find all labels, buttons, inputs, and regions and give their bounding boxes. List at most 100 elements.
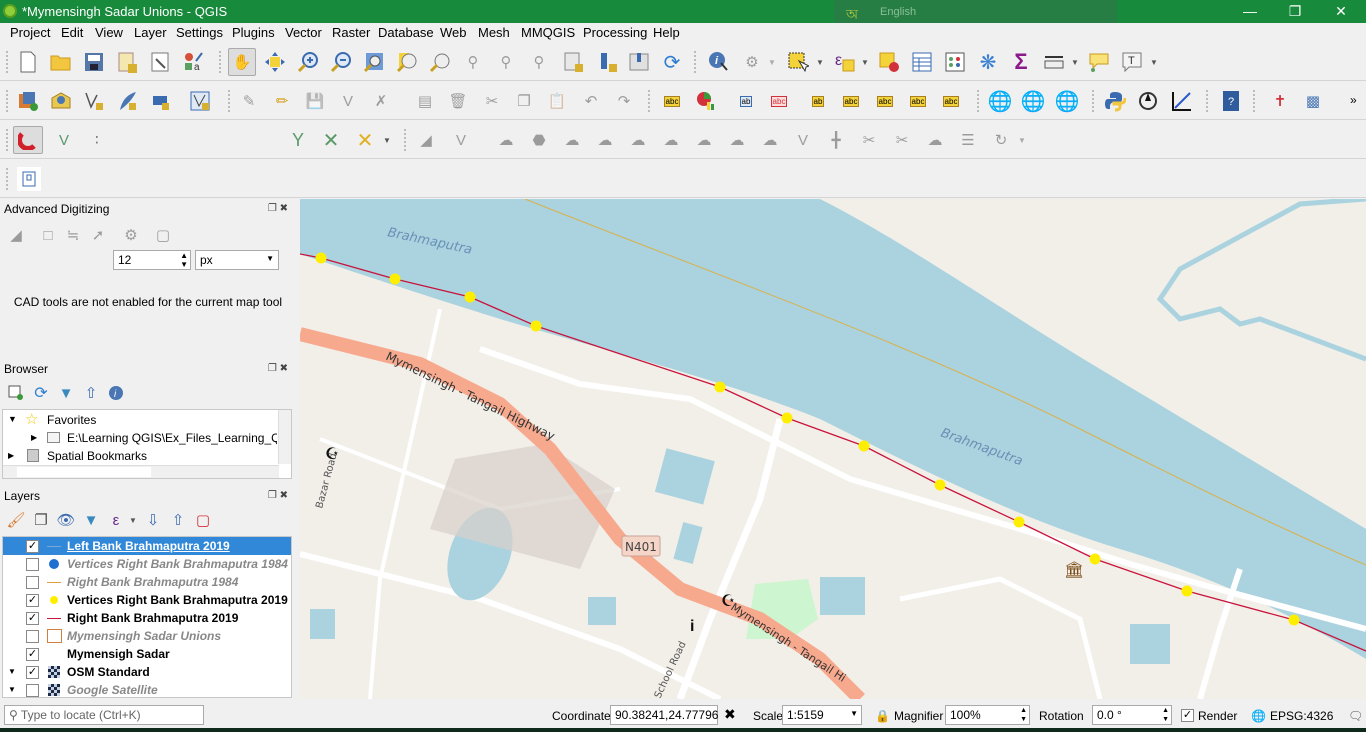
- action-dropdown-arrow[interactable]: ▼: [768, 58, 776, 67]
- identify-features-icon[interactable]: i: [707, 50, 731, 74]
- add-selected-layers-icon[interactable]: [4, 381, 28, 405]
- properties-icon[interactable]: i: [104, 381, 128, 405]
- layer-row-right-bank-1984[interactable]: Right Bank Brahmaputra 1984: [3, 573, 291, 591]
- menu-settings[interactable]: Settings: [176, 25, 223, 40]
- menu-layer[interactable]: Layer: [134, 25, 167, 40]
- split-parts-icon[interactable]: ✂: [890, 128, 914, 152]
- manage-map-themes-icon[interactable]: 👁: [54, 508, 78, 532]
- browser-item-folder[interactable]: ▶ E:\Learning QGIS\Ex_Files_Learning_QGI…: [3, 429, 291, 447]
- layout-manager-icon[interactable]: [148, 50, 172, 74]
- collapse-all-icon[interactable]: ⇧: [166, 508, 190, 532]
- new-virtual-layer-icon[interactable]: [148, 89, 172, 113]
- simplify-feature-icon[interactable]: ⬣: [527, 128, 551, 152]
- expand-arrow-icon[interactable]: ▼: [8, 667, 16, 676]
- layer-visibility-checkbox[interactable]: [26, 630, 39, 643]
- metasearch-icon[interactable]: 🌐: [1055, 89, 1080, 113]
- menu-vector[interactable]: Vector: [285, 25, 322, 40]
- layer-visibility-checkbox[interactable]: ✓: [26, 612, 39, 625]
- scrollbar-thumb[interactable]: [17, 467, 151, 477]
- zoom-next-icon[interactable]: ⚲: [527, 50, 551, 74]
- vertex-point[interactable]: [934, 479, 946, 491]
- select-by-expression-icon[interactable]: ε: [833, 50, 857, 74]
- browser-item-favorites[interactable]: ▼ ☆ Favorites: [3, 411, 291, 429]
- vertex-tool-icon[interactable]: ✗: [369, 89, 393, 113]
- field-calculator-icon[interactable]: [943, 50, 967, 74]
- measure-line-icon[interactable]: [1042, 50, 1066, 74]
- close-button[interactable]: ✕: [1318, 0, 1364, 23]
- layer-row-right-bank-2019[interactable]: ✓ Right Bank Brahmaputra 2019: [3, 609, 291, 627]
- toolbar-handle[interactable]: [6, 51, 10, 73]
- ime-language[interactable]: English: [880, 6, 916, 18]
- new-bookmark-icon[interactable]: [596, 50, 620, 74]
- layer-row-left-bank-2019[interactable]: ✓ Left Bank Brahmaputra 2019: [3, 537, 291, 555]
- coordinate-capture-icon[interactable]: ✝: [1268, 89, 1292, 113]
- expand-all-icon[interactable]: ⇩: [141, 508, 165, 532]
- new-project-icon[interactable]: [16, 50, 40, 74]
- refresh-icon[interactable]: ⟳: [660, 50, 684, 74]
- expand-arrow-icon[interactable]: ▶: [31, 433, 37, 442]
- delete-selected-icon[interactable]: 🗑: [446, 89, 470, 113]
- locator-search-input[interactable]: ⚲ Type to locate (Ctrl+K): [4, 705, 204, 725]
- magnifier-spinbox[interactable]: 100% ▲ ▼: [945, 705, 1030, 725]
- delete-ring-icon[interactable]: ☁: [659, 128, 683, 152]
- vertex-tool-dropdown-icon[interactable]: V: [449, 128, 473, 152]
- toolbar-overflow-chevron[interactable]: »: [1350, 93, 1357, 107]
- expand-arrow-icon[interactable]: ▼: [8, 414, 17, 424]
- merge-features-icon[interactable]: ☁: [923, 128, 947, 152]
- float-panel-icon[interactable]: ❐: [268, 363, 277, 374]
- add-group-icon[interactable]: ❐: [29, 508, 53, 532]
- coordinate-input[interactable]: 90.38241,24.77796: [610, 705, 718, 725]
- advanced-digitizing-tools-icon[interactable]: ◢: [414, 128, 438, 152]
- open-layer-styling-icon[interactable]: 🖌: [4, 508, 28, 532]
- cad-settings-icon[interactable]: ⚙: [119, 223, 143, 247]
- help-contents-icon[interactable]: ?: [1219, 89, 1243, 113]
- menu-processing[interactable]: Processing: [583, 25, 647, 40]
- menu-view[interactable]: View: [95, 25, 123, 40]
- show-bookmarks-icon[interactable]: [627, 50, 651, 74]
- cad-enable-icon[interactable]: ◢: [4, 223, 28, 247]
- pan-map-icon[interactable]: ✋: [228, 48, 256, 76]
- zoom-native-resolution-icon[interactable]: ⚲: [461, 50, 485, 74]
- menu-edit[interactable]: Edit: [61, 25, 83, 40]
- offset-curve-icon[interactable]: ☁: [758, 128, 782, 152]
- layer-row-mymensigh-sadar[interactable]: ✓ Mymensigh Sadar: [3, 645, 291, 663]
- crs-globe-icon[interactable]: 🌐: [1251, 709, 1266, 723]
- render-checkbox[interactable]: ✓: [1181, 709, 1194, 722]
- layer-diagram-options-icon[interactable]: [694, 89, 718, 113]
- add-wfs-layer-icon[interactable]: 🌐: [1021, 89, 1046, 113]
- menu-web[interactable]: Web: [440, 25, 467, 40]
- split-features-icon[interactable]: ✂: [857, 128, 881, 152]
- north-arrow-icon[interactable]: [1136, 89, 1160, 113]
- georeferencer-icon[interactable]: [1169, 89, 1193, 113]
- snapping-on-intersection-icon[interactable]: ✕: [319, 128, 343, 152]
- topological-editing-icon[interactable]: Y: [286, 128, 310, 152]
- style-manager-icon[interactable]: a: [181, 50, 205, 74]
- close-panel-icon[interactable]: ✖: [280, 203, 288, 214]
- cad-perpendicular-icon[interactable]: ➚: [86, 223, 110, 247]
- cad-parallel-icon[interactable]: ≒: [61, 223, 85, 247]
- messages-icon[interactable]: 🗨: [1348, 709, 1363, 723]
- annotation-dropdown-arrow[interactable]: ▼: [1150, 58, 1158, 67]
- copy-features-icon[interactable]: ❐: [512, 89, 536, 113]
- reshape-features-icon[interactable]: ☁: [725, 128, 749, 152]
- vertex-point[interactable]: [1288, 614, 1300, 626]
- layer-visibility-checkbox[interactable]: ✓: [26, 666, 39, 679]
- collapse-all-icon[interactable]: ⇧: [79, 381, 103, 405]
- add-ring-icon[interactable]: ☁: [560, 128, 584, 152]
- horizontal-scrollbar[interactable]: [3, 465, 279, 478]
- rotation-spinbox[interactable]: 0.0 ° ▲ ▼: [1092, 705, 1172, 725]
- layer-row-google-satellite[interactable]: ▼ Google Satellite: [3, 681, 291, 699]
- new-shapefile-layer-icon[interactable]: [82, 89, 106, 113]
- cad-lock-icon[interactable]: ▢: [151, 223, 175, 247]
- layer-visibility-checkbox[interactable]: ✓: [26, 594, 39, 607]
- processing-toolbox-icon[interactable]: ❋: [976, 50, 1000, 74]
- select-features-icon[interactable]: [786, 50, 810, 74]
- fill-ring-icon[interactable]: ☁: [626, 128, 650, 152]
- zoom-in-icon[interactable]: [296, 50, 320, 74]
- float-panel-icon[interactable]: ❐: [268, 203, 277, 214]
- cad-construction-icon[interactable]: □: [36, 223, 60, 247]
- menu-help[interactable]: Help: [653, 25, 680, 40]
- zoom-to-layer-icon[interactable]: [428, 50, 452, 74]
- close-panel-icon[interactable]: ✖: [280, 490, 288, 501]
- layer-row-vertices-right-bank-2019[interactable]: ✓ Vertices Right Bank Brahmaputra 2019: [3, 591, 291, 609]
